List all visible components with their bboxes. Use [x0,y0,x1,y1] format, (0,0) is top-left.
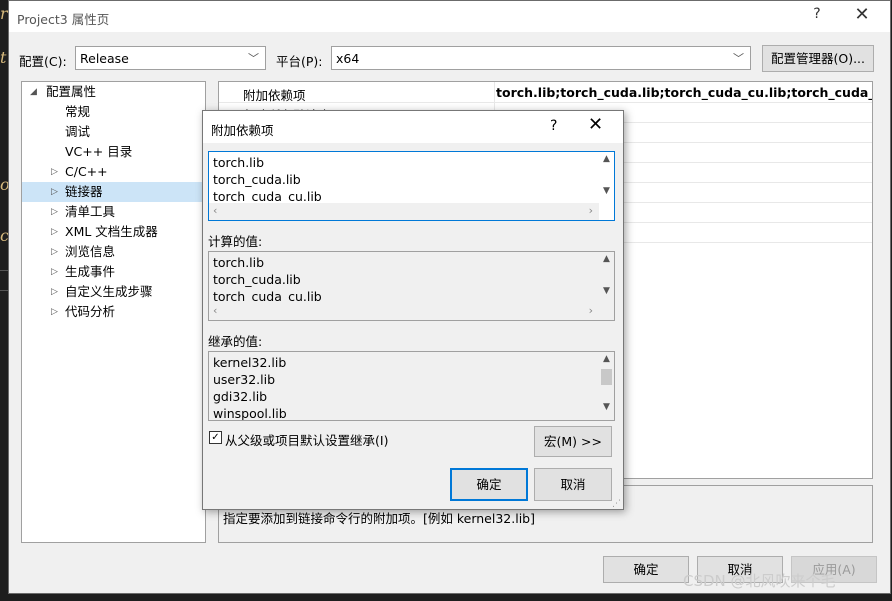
ok-button[interactable]: 确定 [603,556,689,583]
dialog-title: 附加依赖项 [211,123,274,138]
tree-item-label: 生成事件 [65,264,116,279]
collapsed-triangle-icon: ▷ [51,267,58,277]
inherited-line: winspool.lib [213,406,287,421]
tree-item-label: VC++ 目录 [65,144,133,159]
expanded-triangle-icon: ◢ [30,87,37,97]
vertical-scrollbar[interactable]: ▲ ▼ [599,352,614,420]
scroll-left-icon[interactable]: ‹ [213,304,217,317]
vertical-scrollbar[interactable]: ▲ ▼ [599,252,614,304]
additional-dependencies-dialog: 附加依赖项 ? ✕ torch.lib torch_cuda.lib torch… [202,110,624,510]
edit-line: torch_cuda.lib [213,172,301,187]
vertical-scrollbar[interactable]: ▲ ▼ [599,152,614,204]
tree-item-label: 自定义生成步骤 [65,284,153,299]
scroll-down-icon[interactable]: ▼ [599,286,614,296]
grid-row[interactable]: 附加依赖项 torch.lib;torch_cuda.lib;torch_cud… [219,82,872,103]
dialog-close-button[interactable]: ✕ [588,114,603,135]
background-editor-strip: r t o c [0,0,10,601]
collapsed-triangle-icon: ▷ [51,307,58,317]
watermark: CSDN @北风吹来个毛 [683,572,836,590]
tree-item-label: 调试 [65,124,91,139]
inherited-values-label: 继承的值: [208,334,263,349]
dependencies-edit-box[interactable]: torch.lib torch_cuda.lib torch_cuda_cu.l… [208,151,615,221]
scroll-left-icon[interactable]: ‹ [213,204,217,217]
tree-item-label: 链接器 [65,184,103,199]
tree-item-code-analysis[interactable]: ▷ 代码分析 [22,302,205,322]
scroll-right-icon[interactable]: › [589,204,593,217]
computed-values-label: 计算的值: [208,234,263,249]
grid-row-value: torch.lib;torch_cuda.lib;torch_cuda_cu.l… [496,85,872,100]
editor-glyph: c [0,226,9,245]
platform-select-value: x64 [336,51,360,66]
tree-item-vc-directories[interactable]: VC++ 目录 [22,142,205,162]
inherited-line: kernel32.lib [213,355,287,370]
config-select-value: Release [80,51,129,66]
inherited-line: gdi32.lib [213,389,268,404]
scroll-up-icon[interactable]: ▲ [599,354,614,364]
computed-line: torch.lib [213,255,265,270]
tree-item-label: 代码分析 [65,304,116,319]
editor-glyph: o [0,175,10,194]
collapsed-triangle-icon: ▷ [51,287,58,297]
platform-select[interactable]: x64 ﹀ [331,46,751,70]
chevron-down-icon: ﹀ [733,52,744,65]
description-text: 指定要添加到链接命令行的附加项。[例如 kernel32.lib] [223,511,535,526]
editor-glyph: t [0,48,7,67]
inherit-checkbox[interactable]: ✓ [209,431,222,444]
config-manager-button[interactable]: 配置管理器(O)... [762,45,874,72]
dialog-help-button[interactable]: ? [550,118,557,134]
tree-item-root[interactable]: ◢ 配置属性 [22,82,205,102]
tree-item-build-events[interactable]: ▷ 生成事件 [22,262,205,282]
tree-item-manifest-tool[interactable]: ▷ 清单工具 [22,202,205,222]
collapsed-triangle-icon: ▷ [51,207,58,217]
property-tree: ◢ 配置属性 常规 调试 VC++ 目录 ▷ C/C++ ▷ 链接器 ▷ 清单工具 ▷… [21,81,206,543]
computed-values-box: torch.lib torch_cuda.lib torch_cuda_cu.l… [208,251,615,321]
editor-line [0,290,8,291]
inherited-line: user32.lib [213,372,276,387]
dialog-ok-button[interactable]: 确定 [450,468,528,501]
chevron-down-icon: ﹀ [248,52,259,65]
scroll-down-icon[interactable]: ▼ [599,186,614,196]
inherit-checkbox-label[interactable]: 从父级或项目默认设置继承(I) [225,430,388,449]
horizontal-scrollbar[interactable]: ‹ › [209,203,599,220]
dialog-cancel-button[interactable]: 取消 [534,468,612,501]
close-button[interactable]: ✕ [847,4,877,25]
tree-item-label: 配置属性 [46,84,97,99]
tree-item-label: C/C++ [65,164,108,179]
config-select[interactable]: Release ﹀ [75,46,266,70]
edit-line: torch.lib [213,155,265,170]
scroll-up-icon[interactable]: ▲ [599,154,614,164]
tree-item-label: 常规 [65,104,91,119]
window-title: Project3 属性页 [17,12,110,27]
tree-item-label: 清单工具 [65,204,116,219]
editor-line [0,270,8,271]
horizontal-scrollbar[interactable]: ‹ › [209,303,599,320]
tree-item-debugging[interactable]: 调试 [22,122,205,142]
inherited-values-box: kernel32.lib user32.lib gdi32.lib winspo… [208,351,615,421]
computed-line: torch_cuda.lib [213,272,301,287]
help-button[interactable]: ? [807,6,827,22]
tree-item-custom-build[interactable]: ▷ 自定义生成步骤 [22,282,205,302]
tree-item-cpp[interactable]: ▷ C/C++ [22,162,205,182]
collapsed-triangle-icon: ▷ [51,247,58,257]
scroll-up-icon[interactable]: ▲ [599,254,614,264]
editor-glyph: r [0,4,8,23]
macros-button[interactable]: 宏(M) >> [534,426,612,457]
tree-item-linker[interactable]: ▷ 链接器 [22,182,205,202]
scroll-down-icon[interactable]: ▼ [599,402,614,412]
platform-label: 平台(P): [276,54,323,69]
tree-item-label: 浏览信息 [65,244,116,259]
dialog-title-bar: 附加依赖项 ? ✕ [203,111,623,143]
tree-item-xml-doc[interactable]: ▷ XML 文档生成器 [22,222,205,242]
title-bar: Project3 属性页 ? ✕ [9,1,890,32]
tree-item-general[interactable]: 常规 [22,102,205,122]
scroll-thumb[interactable] [601,369,612,385]
collapsed-triangle-icon: ▷ [51,187,58,197]
tree-item-browse-info[interactable]: ▷ 浏览信息 [22,242,205,262]
config-label: 配置(C): [19,54,67,69]
collapsed-triangle-icon: ▷ [51,227,58,237]
scroll-right-icon[interactable]: › [589,304,593,317]
resize-grip-icon[interactable]: ⋰ [612,499,621,509]
tree-item-label: XML 文档生成器 [65,224,158,239]
collapsed-triangle-icon: ▷ [51,167,58,177]
